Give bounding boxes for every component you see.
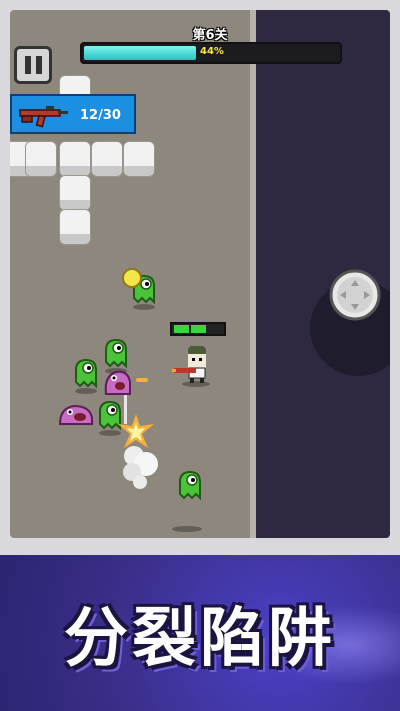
level-progress-fill [84,46,196,60]
game-frame: 第6关 44% 12/30 [0,0,400,545]
pause-button[interactable] [14,46,52,84]
wall-block [60,142,90,176]
enemy-pink-slug [104,370,131,395]
wall-block [124,142,154,176]
level-progress-bar: 44% [80,42,342,64]
game-screen[interactable]: 第6关 44% 12/30 [10,10,390,538]
enemy-pink-slug [58,404,93,425]
banner-divider [0,545,400,555]
enemy-green-blob [75,358,97,394]
lemon-powerup [122,268,142,288]
bullet [136,378,148,382]
weapon-panel[interactable]: 12/30 [10,94,136,134]
wall-block [60,176,90,210]
enemy-shadow [172,526,202,532]
smoke-puff [123,446,158,489]
pause-icon [35,56,42,74]
wall-block [60,210,90,244]
ammo-counter: 12/30 [80,108,121,123]
level-title: 第6关 [192,28,228,43]
banner-title: 分裂陷阱 [64,602,336,676]
wall-block [92,142,122,176]
arena-edge [250,10,256,538]
player-health-bar [170,322,226,336]
enemy-green-blob [179,470,201,501]
level-progress-label: 44% [200,46,224,57]
promo-banner: 分裂陷阱 [0,545,400,711]
rifle-icon [19,106,68,128]
joystick-knob-icon[interactable] [328,268,382,322]
player-soldier [172,346,210,387]
wall-block [26,142,56,176]
pause-icon [24,56,31,74]
